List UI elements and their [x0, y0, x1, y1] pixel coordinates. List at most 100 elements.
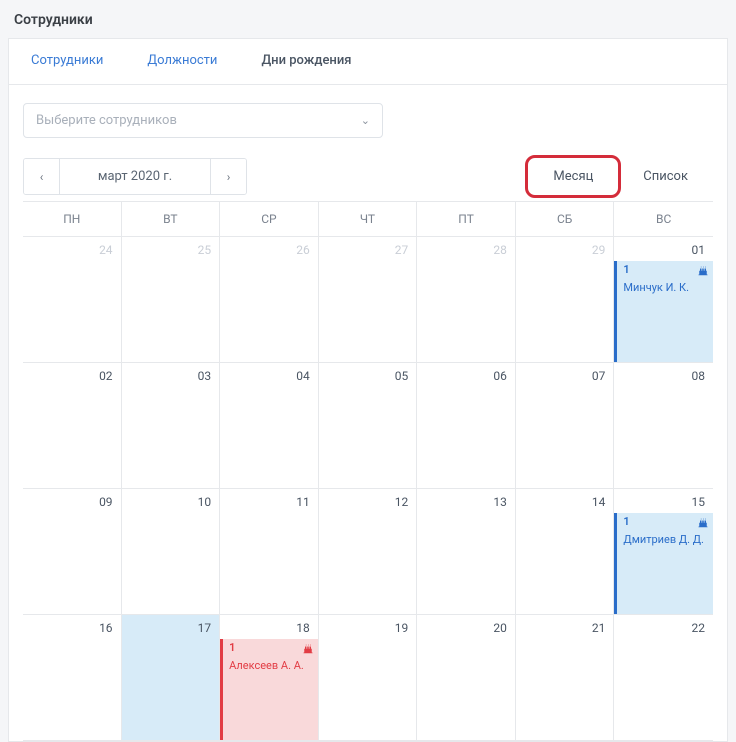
- day-number: 22: [614, 621, 707, 635]
- birthday-event[interactable]: 1 Минчук И. К.: [614, 261, 713, 362]
- calendar-cell[interactable]: 17: [122, 615, 221, 741]
- day-number: 28: [417, 243, 509, 257]
- calendar-cell[interactable]: 25: [122, 237, 221, 363]
- day-number: 16: [23, 621, 115, 635]
- weekday-label: СР: [220, 202, 319, 236]
- event-count: 1: [623, 516, 629, 528]
- day-number: 24: [23, 243, 115, 257]
- calendar-cell[interactable]: 08: [614, 363, 713, 489]
- day-number: 09: [23, 495, 115, 509]
- view-month-button[interactable]: Месяц: [528, 158, 618, 195]
- day-number: 07: [516, 369, 608, 383]
- calendar-cell[interactable]: 24: [23, 237, 122, 363]
- day-number: 02: [23, 369, 115, 383]
- day-number: 11: [220, 495, 312, 509]
- day-number: 20: [417, 621, 509, 635]
- day-number: 17: [122, 621, 214, 635]
- calendar-cell[interactable]: 05: [319, 363, 418, 489]
- day-number: 21: [516, 621, 608, 635]
- calendar-cell[interactable]: 19: [319, 615, 418, 741]
- calendar-cell[interactable]: 22: [614, 615, 713, 741]
- cake-icon: [697, 264, 709, 276]
- day-number: 18: [220, 621, 312, 635]
- cake-icon: [697, 516, 709, 528]
- weekday-label: ВТ: [122, 202, 221, 236]
- event-count: 1: [623, 264, 629, 276]
- cake-icon: [302, 642, 314, 657]
- day-number: 19: [319, 621, 411, 635]
- calendar-cell[interactable]: 09: [23, 489, 122, 615]
- day-number: 03: [122, 369, 214, 383]
- calendar-grid: 24 25 26 27 28 29 01 1 Минчук И. К. 02 03 04 05 06 07 0…: [23, 237, 713, 741]
- tab-content: Выберите сотрудников ⌄ ‹ март 2020 г. › …: [9, 85, 727, 741]
- day-number: 15: [614, 495, 707, 509]
- calendar-cell[interactable]: 20: [417, 615, 516, 741]
- next-month-button[interactable]: ›: [210, 159, 246, 194]
- calendar-cell[interactable]: 02: [23, 363, 122, 489]
- view-list-button[interactable]: Список: [618, 158, 713, 195]
- weekday-label: СБ: [516, 202, 615, 236]
- day-number: 14: [516, 495, 608, 509]
- cake-icon: [697, 264, 709, 279]
- birthday-event[interactable]: 1 Алексеев А. А.: [220, 639, 318, 740]
- calendar-cell[interactable]: 16: [23, 615, 122, 741]
- day-number: 06: [417, 369, 509, 383]
- day-number: 12: [319, 495, 411, 509]
- calendar-cell[interactable]: 18 1 Алексеев А. А.: [220, 615, 319, 741]
- event-count: 1: [229, 642, 235, 654]
- weekday-header: ПНВТСРЧТПТСБВС: [23, 202, 713, 237]
- tab-positions[interactable]: Должности: [125, 39, 239, 84]
- day-number: 27: [319, 243, 411, 257]
- weekday-label: ВС: [614, 202, 713, 236]
- view-month-label: Месяц: [553, 169, 593, 184]
- view-switch: Месяц Список: [528, 158, 713, 195]
- weekday-label: ПН: [23, 202, 122, 236]
- employee-select[interactable]: Выберите сотрудников ⌄: [23, 103, 383, 138]
- tab-birthdays[interactable]: Дни рождения: [239, 39, 373, 84]
- day-number: 25: [122, 243, 214, 257]
- tabs: Сотрудники Должности Дни рождения: [9, 39, 727, 85]
- calendar-cell[interactable]: 12: [319, 489, 418, 615]
- calendar-cell[interactable]: 01 1 Минчук И. К.: [614, 237, 713, 363]
- day-number: 26: [220, 243, 312, 257]
- calendar-cell[interactable]: 28: [417, 237, 516, 363]
- weekday-label: ПТ: [417, 202, 516, 236]
- calendar-cell[interactable]: 27: [319, 237, 418, 363]
- event-person-name: Дмитриев Д. Д.: [623, 533, 709, 546]
- tab-employees[interactable]: Сотрудники: [9, 39, 125, 84]
- day-number: 13: [417, 495, 509, 509]
- main-card: Сотрудники Должности Дни рождения Выбери…: [8, 38, 728, 742]
- calendar-cell[interactable]: 03: [122, 363, 221, 489]
- day-number: 10: [122, 495, 214, 509]
- calendar-cell[interactable]: 11: [220, 489, 319, 615]
- calendar-cell[interactable]: 21: [516, 615, 615, 741]
- day-number: 29: [516, 243, 608, 257]
- calendar-toolbar: ‹ март 2020 г. › Месяц Список: [23, 158, 713, 195]
- current-month-label: март 2020 г.: [60, 159, 210, 194]
- calendar-cell[interactable]: 26: [220, 237, 319, 363]
- weekday-label: ЧТ: [319, 202, 418, 236]
- page-title: Сотрудники: [0, 0, 736, 38]
- chevron-down-icon: ⌄: [361, 114, 370, 127]
- cake-icon: [697, 516, 709, 531]
- calendar: ПНВТСРЧТПТСБВС 24 25 26 27 28 29 01 1 Минчук И. …: [23, 201, 713, 741]
- day-number: 04: [220, 369, 312, 383]
- calendar-cell[interactable]: 10: [122, 489, 221, 615]
- day-number: 08: [614, 369, 707, 383]
- day-number: 05: [319, 369, 411, 383]
- select-placeholder: Выберите сотрудников: [36, 113, 177, 128]
- event-person-name: Минчук И. К.: [623, 281, 709, 294]
- month-nav: ‹ март 2020 г. ›: [23, 158, 247, 195]
- event-person-name: Алексеев А. А.: [229, 659, 314, 672]
- calendar-cell[interactable]: 13: [417, 489, 516, 615]
- cake-icon: [302, 642, 314, 654]
- prev-month-button[interactable]: ‹: [24, 159, 60, 194]
- day-number: 01: [614, 243, 707, 257]
- calendar-cell[interactable]: 14: [516, 489, 615, 615]
- calendar-cell[interactable]: 06: [417, 363, 516, 489]
- calendar-cell[interactable]: 07: [516, 363, 615, 489]
- calendar-cell[interactable]: 29: [516, 237, 615, 363]
- birthday-event[interactable]: 1 Дмитриев Д. Д.: [614, 513, 713, 614]
- calendar-cell[interactable]: 15 1 Дмитриев Д. Д.: [614, 489, 713, 615]
- calendar-cell[interactable]: 04: [220, 363, 319, 489]
